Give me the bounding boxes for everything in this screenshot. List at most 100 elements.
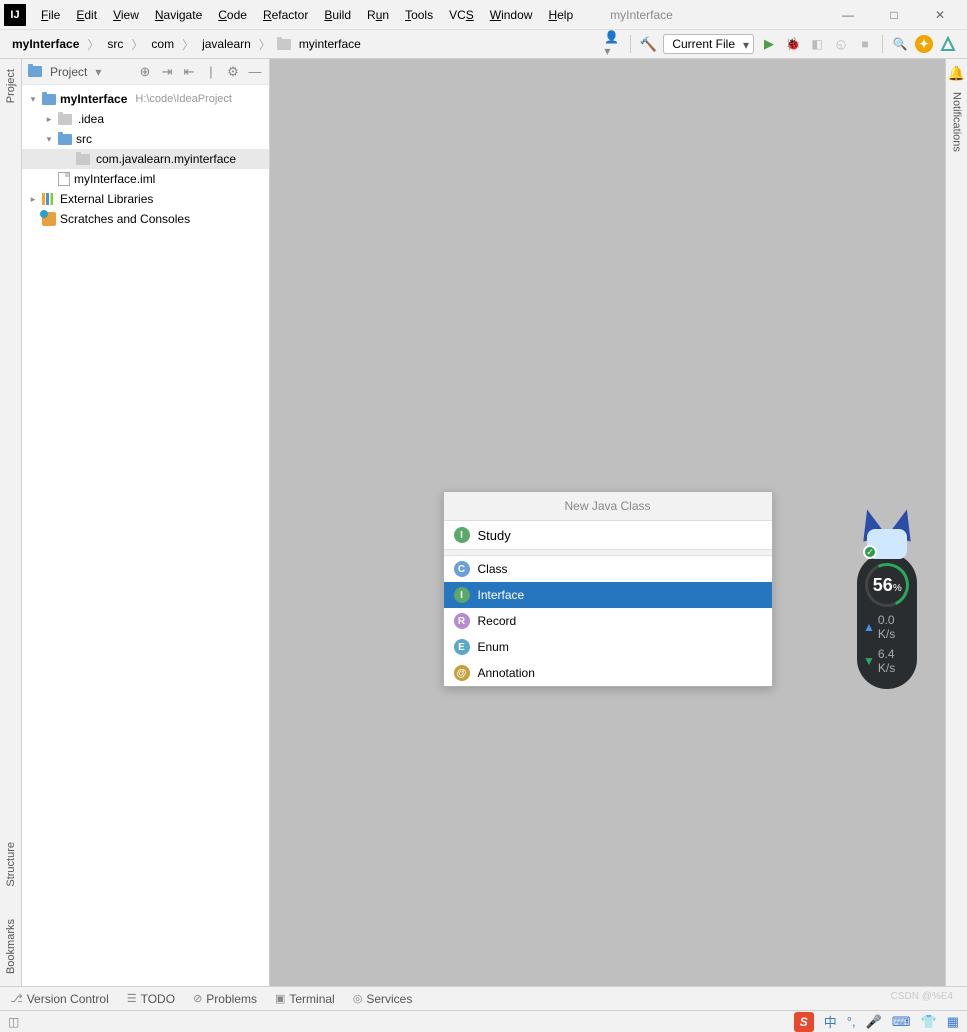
- popup-option-interface[interactable]: IInterface: [444, 582, 772, 608]
- separator: [630, 35, 631, 53]
- tree-scratches[interactable]: Scratches and Consoles: [22, 209, 269, 229]
- chevron-right-icon[interactable]: ▸: [44, 114, 54, 125]
- package-icon: [76, 154, 90, 165]
- profile-button[interactable]: ◵: [832, 35, 850, 53]
- rail-bookmarks[interactable]: Bookmarks: [5, 915, 17, 978]
- tool-icon: ▣: [275, 992, 285, 1005]
- ime-keyboard-icon[interactable]: ⌨: [892, 1014, 911, 1030]
- type-badge-icon: I: [454, 587, 470, 603]
- menu-refactor[interactable]: Refactor: [256, 5, 315, 25]
- tree-label: External Libraries: [60, 192, 153, 206]
- run-config-dropdown[interactable]: Current File: [663, 34, 754, 54]
- run-button[interactable]: ▶: [760, 35, 778, 53]
- build-button[interactable]: 🔨: [639, 35, 657, 53]
- new-class-popup: New Java Class I CClassIInterfaceRRecord…: [443, 491, 773, 687]
- expand-all-icon[interactable]: ⇥: [159, 64, 175, 80]
- toolbar-right: 👤▾ 🔨 Current File ▶ 🐞 ◧ ◵ ■ 🔍 ✦: [604, 34, 957, 54]
- chevron-right-icon[interactable]: ▸: [28, 194, 38, 205]
- tree-src[interactable]: ▾ src: [22, 129, 269, 149]
- hide-icon[interactable]: —: [247, 64, 263, 80]
- crumb-root[interactable]: myInterface: [10, 35, 81, 53]
- menu-code[interactable]: Code: [211, 5, 254, 25]
- chevron-down-icon[interactable]: ▾: [95, 65, 101, 79]
- rail-structure[interactable]: Structure: [5, 838, 17, 891]
- menu-view[interactable]: View: [106, 5, 146, 25]
- tool-version-control[interactable]: ⎇Version Control: [10, 992, 109, 1006]
- module-icon: [42, 94, 56, 105]
- minimize-button[interactable]: —: [825, 0, 871, 30]
- crumb-javalearn[interactable]: javalearn: [200, 35, 253, 53]
- tree-package[interactable]: com.javalearn.myinterface: [22, 149, 269, 169]
- popup-option-enum[interactable]: EEnum: [444, 634, 772, 660]
- bell-icon[interactable]: 🔔: [948, 65, 965, 82]
- tool-icon: ⎇: [10, 992, 23, 1005]
- download-speed: ▼6.4 K/s: [863, 647, 911, 675]
- app-icon: IJ: [4, 4, 26, 26]
- collapse-all-icon[interactable]: ⇤: [181, 64, 197, 80]
- option-label: Record: [478, 614, 517, 628]
- tool-terminal[interactable]: ▣Terminal: [275, 992, 335, 1006]
- select-opened-icon[interactable]: ⊕: [137, 64, 153, 80]
- code-with-me-icon[interactable]: [939, 35, 957, 53]
- stop-button[interactable]: ■: [856, 35, 874, 53]
- menu-help[interactable]: Help: [541, 5, 580, 25]
- popup-option-class[interactable]: CClass: [444, 556, 772, 582]
- assistant-widget[interactable]: ✓ 56% ▲0.0 K/s ▼6.4 K/s: [857, 509, 917, 689]
- navigation-bar: myInterface 〉 src 〉 com 〉 javalearn 〉 my…: [0, 30, 967, 59]
- tree-iml[interactable]: myInterface.iml: [22, 169, 269, 189]
- tool-problems[interactable]: ⊘Problems: [193, 992, 257, 1006]
- watermark: CSDN @%E4: [891, 991, 953, 1002]
- crumb-com[interactable]: com: [149, 35, 176, 53]
- user-icon[interactable]: 👤▾: [604, 35, 622, 53]
- tree-libraries[interactable]: ▸ External Libraries: [22, 189, 269, 209]
- class-name-input[interactable]: [478, 528, 762, 543]
- rail-notifications[interactable]: Notifications: [951, 88, 963, 156]
- close-button[interactable]: ✕: [917, 0, 963, 30]
- tool-services[interactable]: ◎Services: [353, 992, 413, 1006]
- crumb-src[interactable]: src: [105, 35, 125, 53]
- coverage-button[interactable]: ◧: [808, 35, 826, 53]
- ime-shirt-icon[interactable]: 👕: [921, 1014, 937, 1030]
- status-bar: ◫ S 中 °, 🎤 ⌨ 👕 ▦: [0, 1010, 967, 1032]
- debug-button[interactable]: 🐞: [784, 35, 802, 53]
- tree-label: Scratches and Consoles: [60, 212, 190, 226]
- chevron-down-icon[interactable]: ▾: [44, 134, 54, 145]
- menu-vcs[interactable]: VCS: [442, 5, 481, 25]
- chevron-down-icon[interactable]: ▾: [28, 94, 38, 105]
- ime-zh-icon[interactable]: 中: [824, 1012, 837, 1031]
- arrow-down-icon: ▼: [863, 654, 875, 668]
- project-panel-header: Project ▾ ⊕ ⇥ ⇤ | ⚙ —: [22, 59, 269, 85]
- menu-tools[interactable]: Tools: [398, 5, 440, 25]
- maximize-button[interactable]: □: [871, 0, 917, 30]
- ime-tray: S 中 °, 🎤 ⌨ 👕 ▦: [794, 1012, 959, 1032]
- status-icon[interactable]: ◫: [8, 1015, 19, 1029]
- type-badge-icon: C: [454, 561, 470, 577]
- progress-ring: 56%: [859, 557, 915, 613]
- scratches-icon: [42, 212, 56, 226]
- menu-window[interactable]: Window: [483, 5, 540, 25]
- breadcrumb: myInterface 〉 src 〉 com 〉 javalearn 〉 my…: [10, 35, 363, 53]
- search-icon[interactable]: 🔍: [891, 35, 909, 53]
- ime-mic-icon[interactable]: 🎤: [866, 1014, 882, 1030]
- settings-icon[interactable]: ⚙: [225, 64, 241, 80]
- option-label: Annotation: [478, 666, 535, 680]
- popup-option-annotation[interactable]: @Annotation: [444, 660, 772, 686]
- menu-build[interactable]: Build: [317, 5, 358, 25]
- ide-update-button[interactable]: ✦: [915, 35, 933, 53]
- tree-idea[interactable]: ▸ .idea: [22, 109, 269, 129]
- editor-area: Search Everywhere Double Shift Go to Fil…: [270, 59, 945, 986]
- menu-file[interactable]: File: [34, 5, 67, 25]
- tool-todo[interactable]: ☰TODO: [127, 992, 175, 1006]
- ime-grid-icon[interactable]: ▦: [947, 1014, 959, 1030]
- project-panel: Project ▾ ⊕ ⇥ ⇤ | ⚙ — ▾ myInterface H:\c…: [22, 59, 270, 986]
- type-badge-icon: R: [454, 613, 470, 629]
- menu-navigate[interactable]: Navigate: [148, 5, 209, 25]
- crumb-myinterface[interactable]: myinterface: [297, 35, 363, 53]
- ime-punct-icon[interactable]: °,: [847, 1014, 856, 1029]
- popup-option-record[interactable]: R Record: [444, 608, 772, 634]
- ime-switch-icon[interactable]: S: [794, 1012, 814, 1032]
- tree-root[interactable]: ▾ myInterface H:\code\IdeaProject: [22, 89, 269, 109]
- menu-edit[interactable]: Edit: [69, 5, 104, 25]
- rail-project[interactable]: Project: [5, 65, 17, 107]
- menu-run[interactable]: Run: [360, 5, 396, 25]
